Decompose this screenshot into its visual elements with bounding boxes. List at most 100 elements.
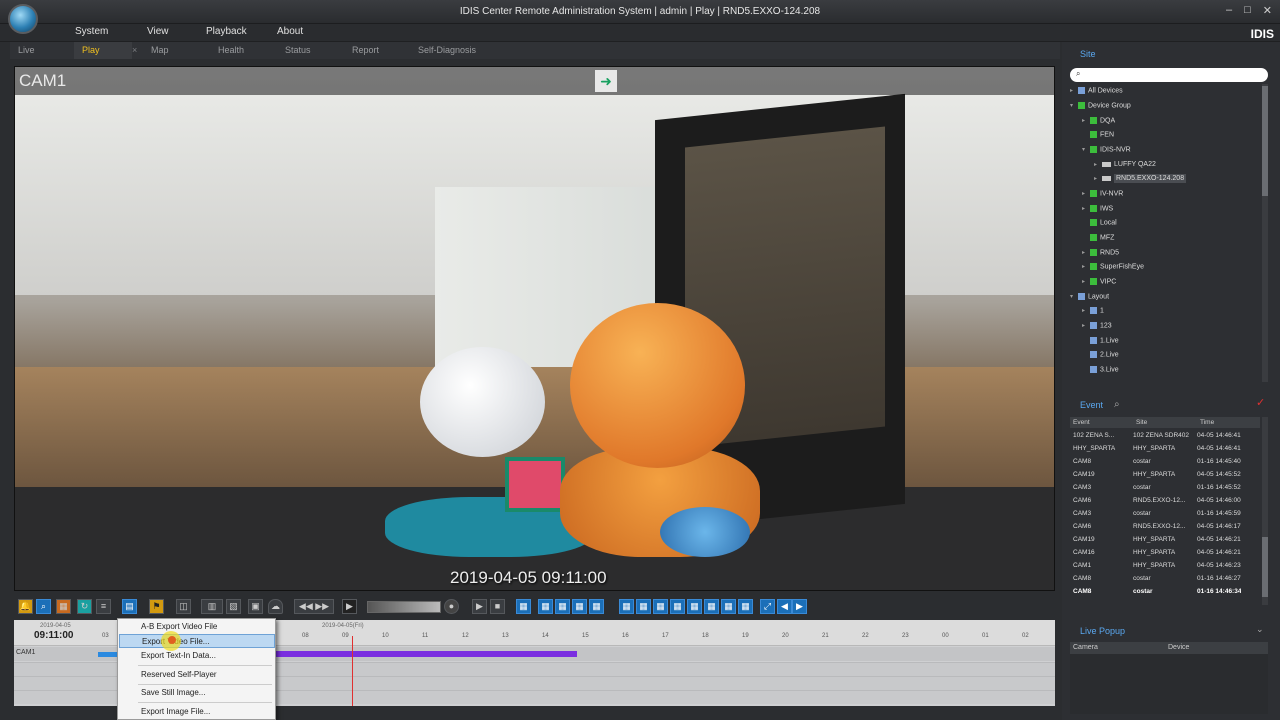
tab-play[interactable]: Play — [74, 42, 132, 59]
table-row[interactable]: CAM19 HHY_SPARTA 04-05 14:45:52 — [1070, 468, 1260, 481]
layout-2x2-icon[interactable]: ▦ — [538, 599, 553, 614]
export-flag-icon[interactable]: ⚑ — [149, 599, 164, 614]
tree-item-iv-nvr[interactable]: ▸ IV-NVR — [1082, 190, 1123, 203]
table-row[interactable]: HHY_SPARTA HHY_SPARTA 04-05 14:46:41 — [1070, 442, 1260, 455]
tree-item-device-group[interactable]: ▾ Device Group — [1070, 102, 1131, 115]
layout-5x5-icon[interactable]: ▦ — [589, 599, 604, 614]
tree-item-vipc[interactable]: ▸ VIPC — [1082, 278, 1116, 291]
layout2-icon[interactable]: ▧ — [226, 599, 241, 614]
menu-item-self-player[interactable]: Reserved Self-Player — [119, 668, 275, 682]
tree-item-fen[interactable]: FEN — [1082, 131, 1114, 144]
speed-slider[interactable] — [367, 601, 441, 613]
column-header-event[interactable]: Event — [1073, 419, 1090, 426]
tree-item-layout-123[interactable]: ▸ 123 — [1082, 322, 1112, 335]
grid-icon[interactable]: ▦ — [56, 599, 71, 614]
prev-page-icon[interactable]: ◀ — [777, 599, 792, 614]
tree-item-idis-nvr[interactable]: ▾ IDIS-NVR — [1082, 146, 1131, 159]
step-controls[interactable]: ◀◀ ▶▶ — [294, 599, 334, 614]
layout-12-icon[interactable]: ▦ — [670, 599, 685, 614]
layout-icon[interactable]: ▥ — [201, 599, 223, 614]
tree-scroll-thumb[interactable] — [1262, 86, 1268, 196]
layout-3x3-icon[interactable]: ▦ — [555, 599, 570, 614]
table-row[interactable]: CAM6 RND5.EXXO-12... 04-05 14:46:00 — [1070, 494, 1260, 507]
menu-system[interactable]: System — [75, 26, 108, 37]
table-row[interactable]: CAM1 HHY_SPARTA 04-05 14:46:23 — [1070, 559, 1260, 572]
tree-item-iws[interactable]: ▸ IWS — [1082, 205, 1113, 218]
chevron-down-icon[interactable]: ⌄ — [1256, 624, 1264, 635]
tree-item-rnd5[interactable]: ▸ RND5 — [1082, 249, 1119, 262]
minimize-button[interactable]: – — [1226, 4, 1232, 17]
tree-item-mfz[interactable]: MFZ — [1082, 234, 1114, 247]
stop-button[interactable]: ■ — [490, 599, 505, 614]
save-icon[interactable]: ▤ — [122, 599, 137, 614]
tree-item-local[interactable]: Local — [1082, 219, 1117, 232]
tree-item-all-devices[interactable]: ▸ All Devices — [1070, 87, 1123, 100]
tree-scrollbar[interactable] — [1262, 84, 1268, 382]
layout-25-icon[interactable]: ▦ — [738, 599, 753, 614]
tree-item-dqa[interactable]: ▸ DQA — [1082, 117, 1115, 130]
layout-10-icon[interactable]: ▦ — [653, 599, 668, 614]
menu-playback[interactable]: Playback — [206, 26, 247, 37]
table-row[interactable]: 102 ZENA S... 102 ZENA SDR402 04-05 14:46:… — [1070, 429, 1260, 442]
tree-item-luffy[interactable]: ▸ LUFFY QA22 — [1094, 161, 1156, 174]
layout-13-icon[interactable]: ▦ — [687, 599, 702, 614]
live-popup-list[interactable] — [1070, 654, 1268, 714]
frame-back-button[interactable]: ▶ — [472, 599, 487, 614]
fullscreen-icon[interactable]: ⤢ — [760, 599, 775, 614]
tree-item-layout[interactable]: ▾ Layout — [1070, 293, 1109, 306]
menu-about[interactable]: About — [277, 26, 303, 37]
tree-item-1-live[interactable]: 1.Live — [1082, 337, 1119, 350]
menu-item-save-still[interactable]: Save Still Image... — [119, 686, 275, 700]
site-search-input[interactable]: ⌕ — [1070, 68, 1268, 82]
tab-live[interactable]: Live — [10, 42, 43, 59]
table-row[interactable]: CAM16 HHY_SPARTA 04-05 14:46:21 — [1070, 546, 1260, 559]
table-row[interactable]: CAM8 costar 01-16 14:46:34 — [1070, 585, 1260, 598]
table-row[interactable]: CAM3 costar 01-16 14:45:52 — [1070, 481, 1260, 494]
tree-item-2-live[interactable]: 2.Live — [1082, 351, 1119, 364]
table-row[interactable]: CAM19 HHY_SPARTA 04-05 14:46:21 — [1070, 533, 1260, 546]
layout-8-icon[interactable]: ▦ — [636, 599, 651, 614]
menu-item-export-image[interactable]: Export Image File... — [119, 705, 275, 719]
column-header-site[interactable]: Site — [1136, 419, 1147, 426]
tab-self-diagnosis[interactable]: Self-Diagnosis — [410, 42, 484, 59]
table-row[interactable]: CAM8 costar 01-16 14:46:27 — [1070, 572, 1260, 585]
layout-20-icon[interactable]: ▦ — [721, 599, 736, 614]
tree-item-3-live[interactable]: 3.Live — [1082, 366, 1119, 379]
refresh-icon[interactable]: ↻ — [77, 599, 92, 614]
tab-status[interactable]: Status — [277, 42, 319, 59]
alarm-icon[interactable]: 🔔 — [18, 599, 33, 614]
close-button[interactable]: ✕ — [1263, 4, 1272, 17]
cloud-icon[interactable]: ☁ — [268, 599, 283, 614]
layout-4x4-icon[interactable]: ▦ — [572, 599, 587, 614]
app-logo-icon[interactable] — [8, 4, 38, 34]
camera-icon[interactable]: ◫ — [176, 599, 191, 614]
timeline-playhead[interactable] — [352, 636, 353, 706]
play-button[interactable]: ▶ — [342, 599, 357, 614]
event-search-icon[interactable]: ⌕ — [1114, 399, 1120, 410]
monitor-icon[interactable]: ▣ — [248, 599, 263, 614]
next-page-icon[interactable]: ▶ — [792, 599, 807, 614]
tree-item-rnd5-exxo[interactable]: ▸ RND5.EXXO-124.208 — [1094, 174, 1187, 188]
tree-item-superfisheye[interactable]: ▸ SuperFishEye — [1082, 263, 1144, 276]
tree-item-layout-1[interactable]: ▸ 1 — [1082, 307, 1104, 320]
menu-view[interactable]: View — [147, 26, 169, 37]
tab-close-icon[interactable]: × — [132, 45, 137, 55]
tab-health[interactable]: Health — [210, 42, 252, 59]
maximize-button[interactable]: □ — [1244, 4, 1251, 17]
layout-1x1-icon[interactable]: ▦ — [516, 599, 531, 614]
column-header-camera[interactable]: Camera — [1073, 644, 1098, 651]
video-viewport[interactable]: CAM1 ➜ 2019-04-05 09:11:00 — [14, 66, 1055, 591]
event-scroll-thumb[interactable] — [1262, 537, 1268, 597]
column-header-device[interactable]: Device — [1168, 644, 1189, 651]
tab-map[interactable]: Map — [143, 42, 177, 59]
table-row[interactable]: CAM8 costar 01-16 14:45:40 — [1070, 455, 1260, 468]
menu-item-export-text[interactable]: Export Text-In Data... — [119, 649, 275, 663]
layout-6-icon[interactable]: ▦ — [619, 599, 634, 614]
event-scrollbar[interactable] — [1262, 417, 1268, 605]
search-icon[interactable]: ⌕ — [36, 599, 51, 614]
column-header-time[interactable]: Time — [1200, 419, 1214, 426]
tab-report[interactable]: Report — [344, 42, 387, 59]
table-row[interactable]: CAM6 RND5.EXXO-12... 04-05 14:46:17 — [1070, 520, 1260, 533]
table-row[interactable]: CAM3 costar 01-16 14:45:59 — [1070, 507, 1260, 520]
list-icon[interactable]: ≡ — [96, 599, 111, 614]
